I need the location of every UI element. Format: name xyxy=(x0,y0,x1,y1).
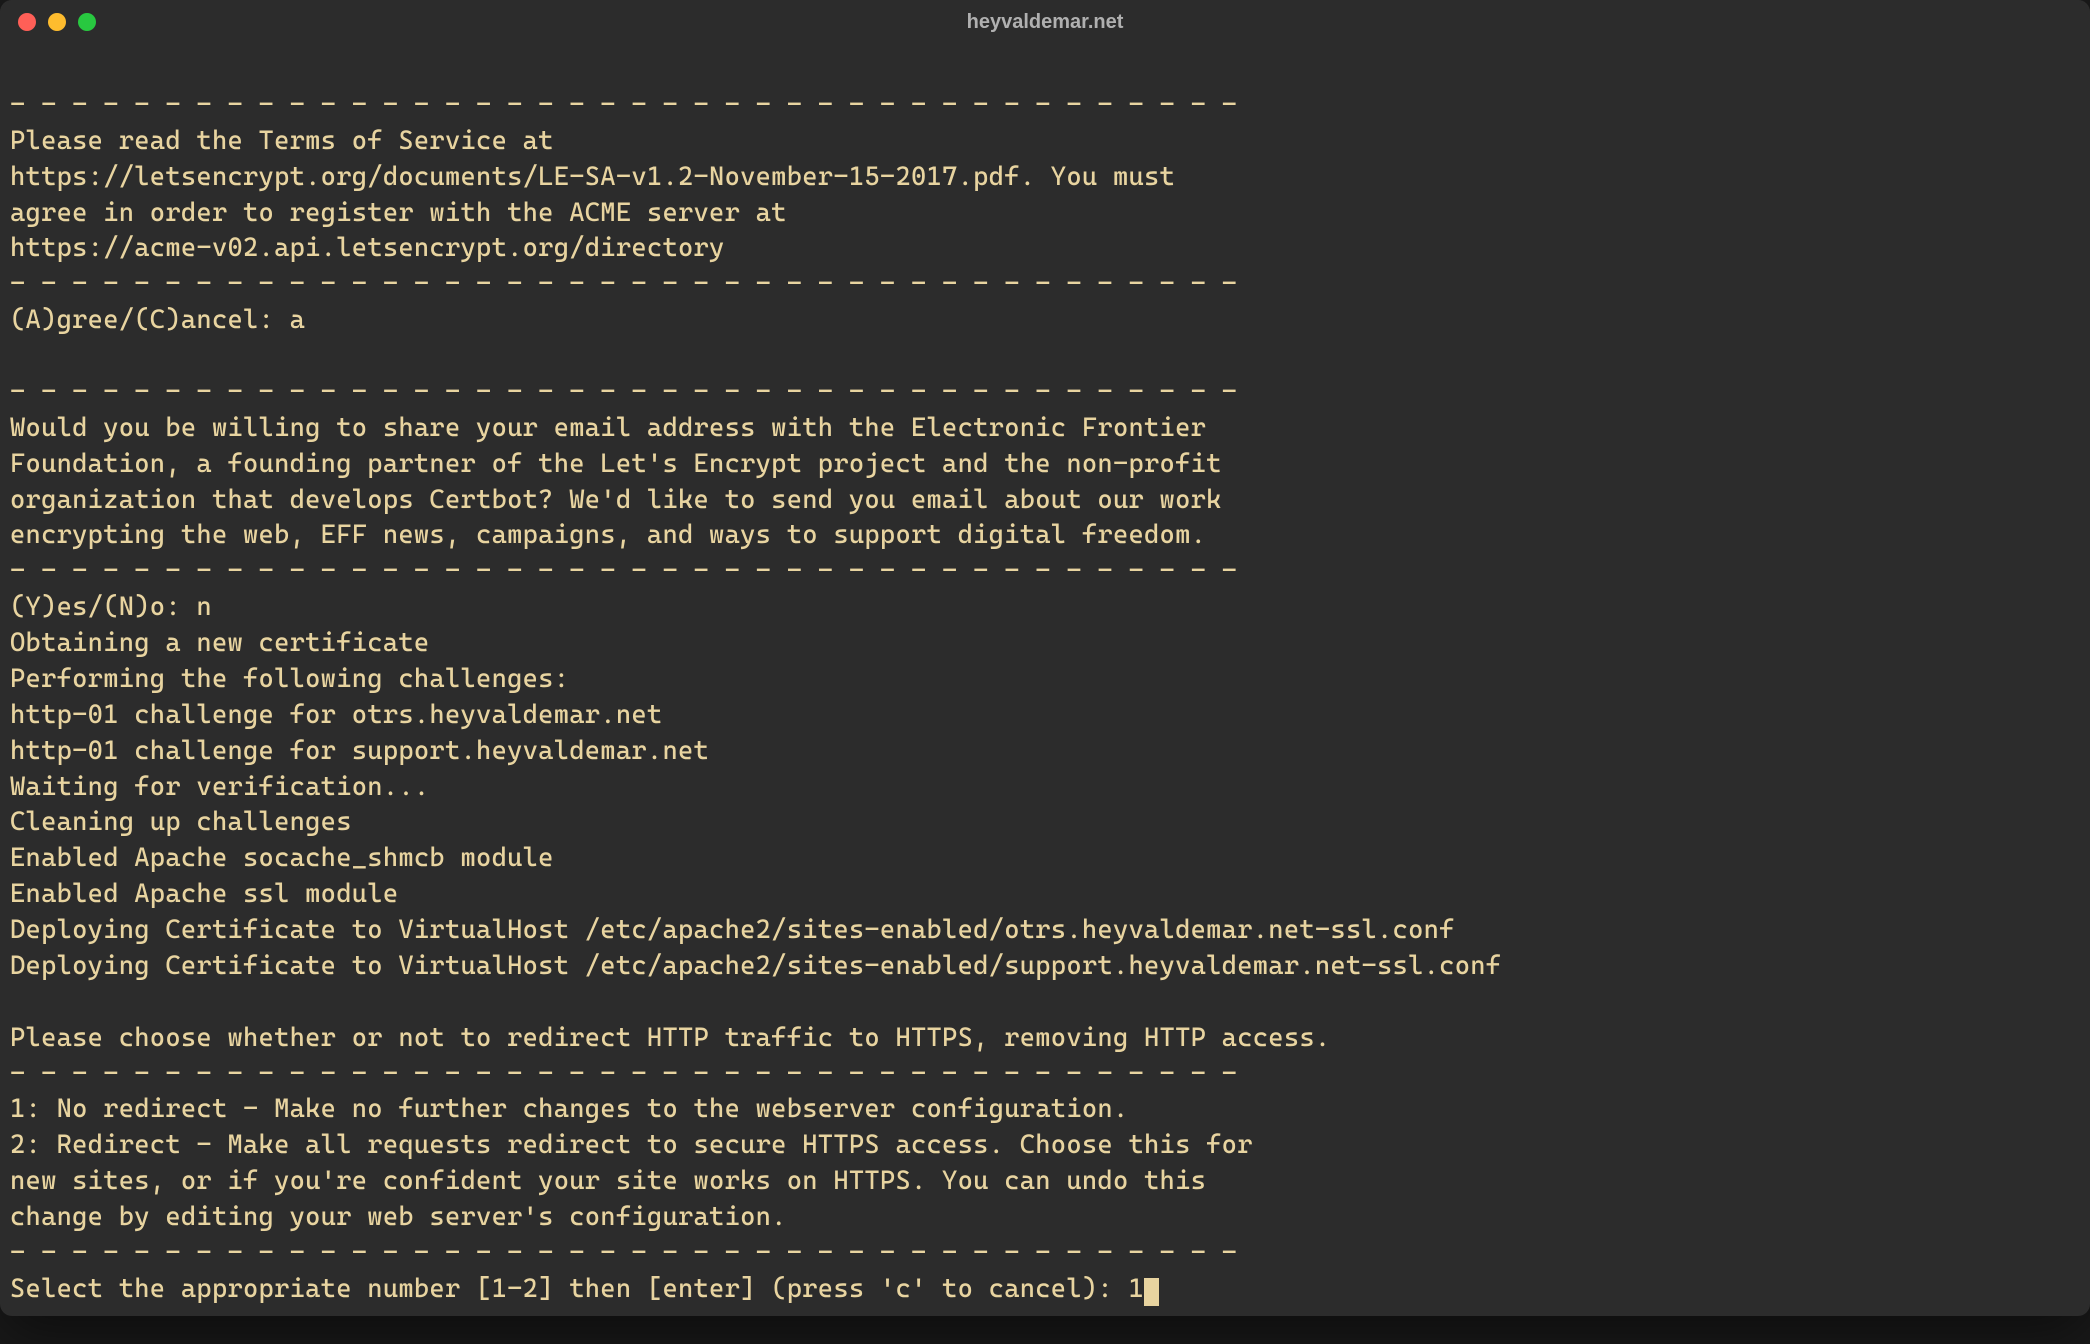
terminal-prompt-line: Select the appropriate number [1-2] then… xyxy=(10,1272,2080,1308)
terminal-line: Enabled Apache socache_shmcb module xyxy=(10,841,2080,877)
terminal-line: agree in order to register with the ACME… xyxy=(10,196,2080,232)
cursor-icon xyxy=(1144,1278,1159,1306)
terminal-line: Deploying Certificate to VirtualHost /et… xyxy=(10,949,2080,985)
terminal-line: - - - - - - - - - - - - - - - - - - - - … xyxy=(10,267,2080,303)
terminal-line: encrypting the web, EFF news, campaigns,… xyxy=(10,518,2080,554)
terminal-line: Performing the following challenges: xyxy=(10,662,2080,698)
terminal-line: (Y)es/(N)o: n xyxy=(10,590,2080,626)
terminal-line: Cleaning up challenges xyxy=(10,805,2080,841)
terminal-line: - - - - - - - - - - - - - - - - - - - - … xyxy=(10,1057,2080,1093)
terminal-line: organization that develops Certbot? We'd… xyxy=(10,483,2080,519)
terminal-line: - - - - - - - - - - - - - - - - - - - - … xyxy=(10,88,2080,124)
terminal-line: Deploying Certificate to VirtualHost /et… xyxy=(10,913,2080,949)
terminal-line: Waiting for verification... xyxy=(10,770,2080,806)
terminal-line: 1: No redirect - Make no further changes… xyxy=(10,1092,2080,1128)
terminal-line: (A)gree/(C)ancel: a xyxy=(10,303,2080,339)
maximize-button[interactable] xyxy=(78,13,96,31)
terminal-line: - - - - - - - - - - - - - - - - - - - - … xyxy=(10,1236,2080,1272)
terminal-line: Enabled Apache ssl module xyxy=(10,877,2080,913)
minimize-button[interactable] xyxy=(48,13,66,31)
terminal-line: http-01 challenge for support.heyvaldema… xyxy=(10,734,2080,770)
terminal-line: Foundation, a founding partner of the Le… xyxy=(10,447,2080,483)
terminal-line: - - - - - - - - - - - - - - - - - - - - … xyxy=(10,554,2080,590)
terminal-line: https://acme-v02.api.letsencrypt.org/dir… xyxy=(10,231,2080,267)
terminal-input[interactable]: 1 xyxy=(1128,1274,1144,1304)
terminal-line: http-01 challenge for otrs.heyvaldemar.n… xyxy=(10,698,2080,734)
terminal-line xyxy=(10,52,2080,88)
terminal-line: Please choose whether or not to redirect… xyxy=(10,1021,2080,1057)
terminal-prompt: Select the appropriate number [1-2] then… xyxy=(10,1274,1128,1304)
terminal-window: heyvaldemar.net - - - - - - - - - - - - … xyxy=(0,0,2090,1316)
terminal-line xyxy=(10,985,2080,1021)
terminal-line: change by editing your web server's conf… xyxy=(10,1200,2080,1236)
close-button[interactable] xyxy=(18,13,36,31)
terminal-line: https://letsencrypt.org/documents/LE-SA-… xyxy=(10,160,2080,196)
terminal-body[interactable]: - - - - - - - - - - - - - - - - - - - - … xyxy=(0,44,2090,1316)
terminal-line: Obtaining a new certificate xyxy=(10,626,2080,662)
window-title: heyvaldemar.net xyxy=(967,11,1124,34)
terminal-line: Would you be willing to share your email… xyxy=(10,411,2080,447)
terminal-line xyxy=(10,339,2080,375)
terminal-line: 2: Redirect - Make all requests redirect… xyxy=(10,1128,2080,1164)
title-bar: heyvaldemar.net xyxy=(0,0,2090,44)
terminal-line: Please read the Terms of Service at xyxy=(10,124,2080,160)
traffic-lights xyxy=(18,13,96,31)
terminal-line: - - - - - - - - - - - - - - - - - - - - … xyxy=(10,375,2080,411)
terminal-line: new sites, or if you're confident your s… xyxy=(10,1164,2080,1200)
